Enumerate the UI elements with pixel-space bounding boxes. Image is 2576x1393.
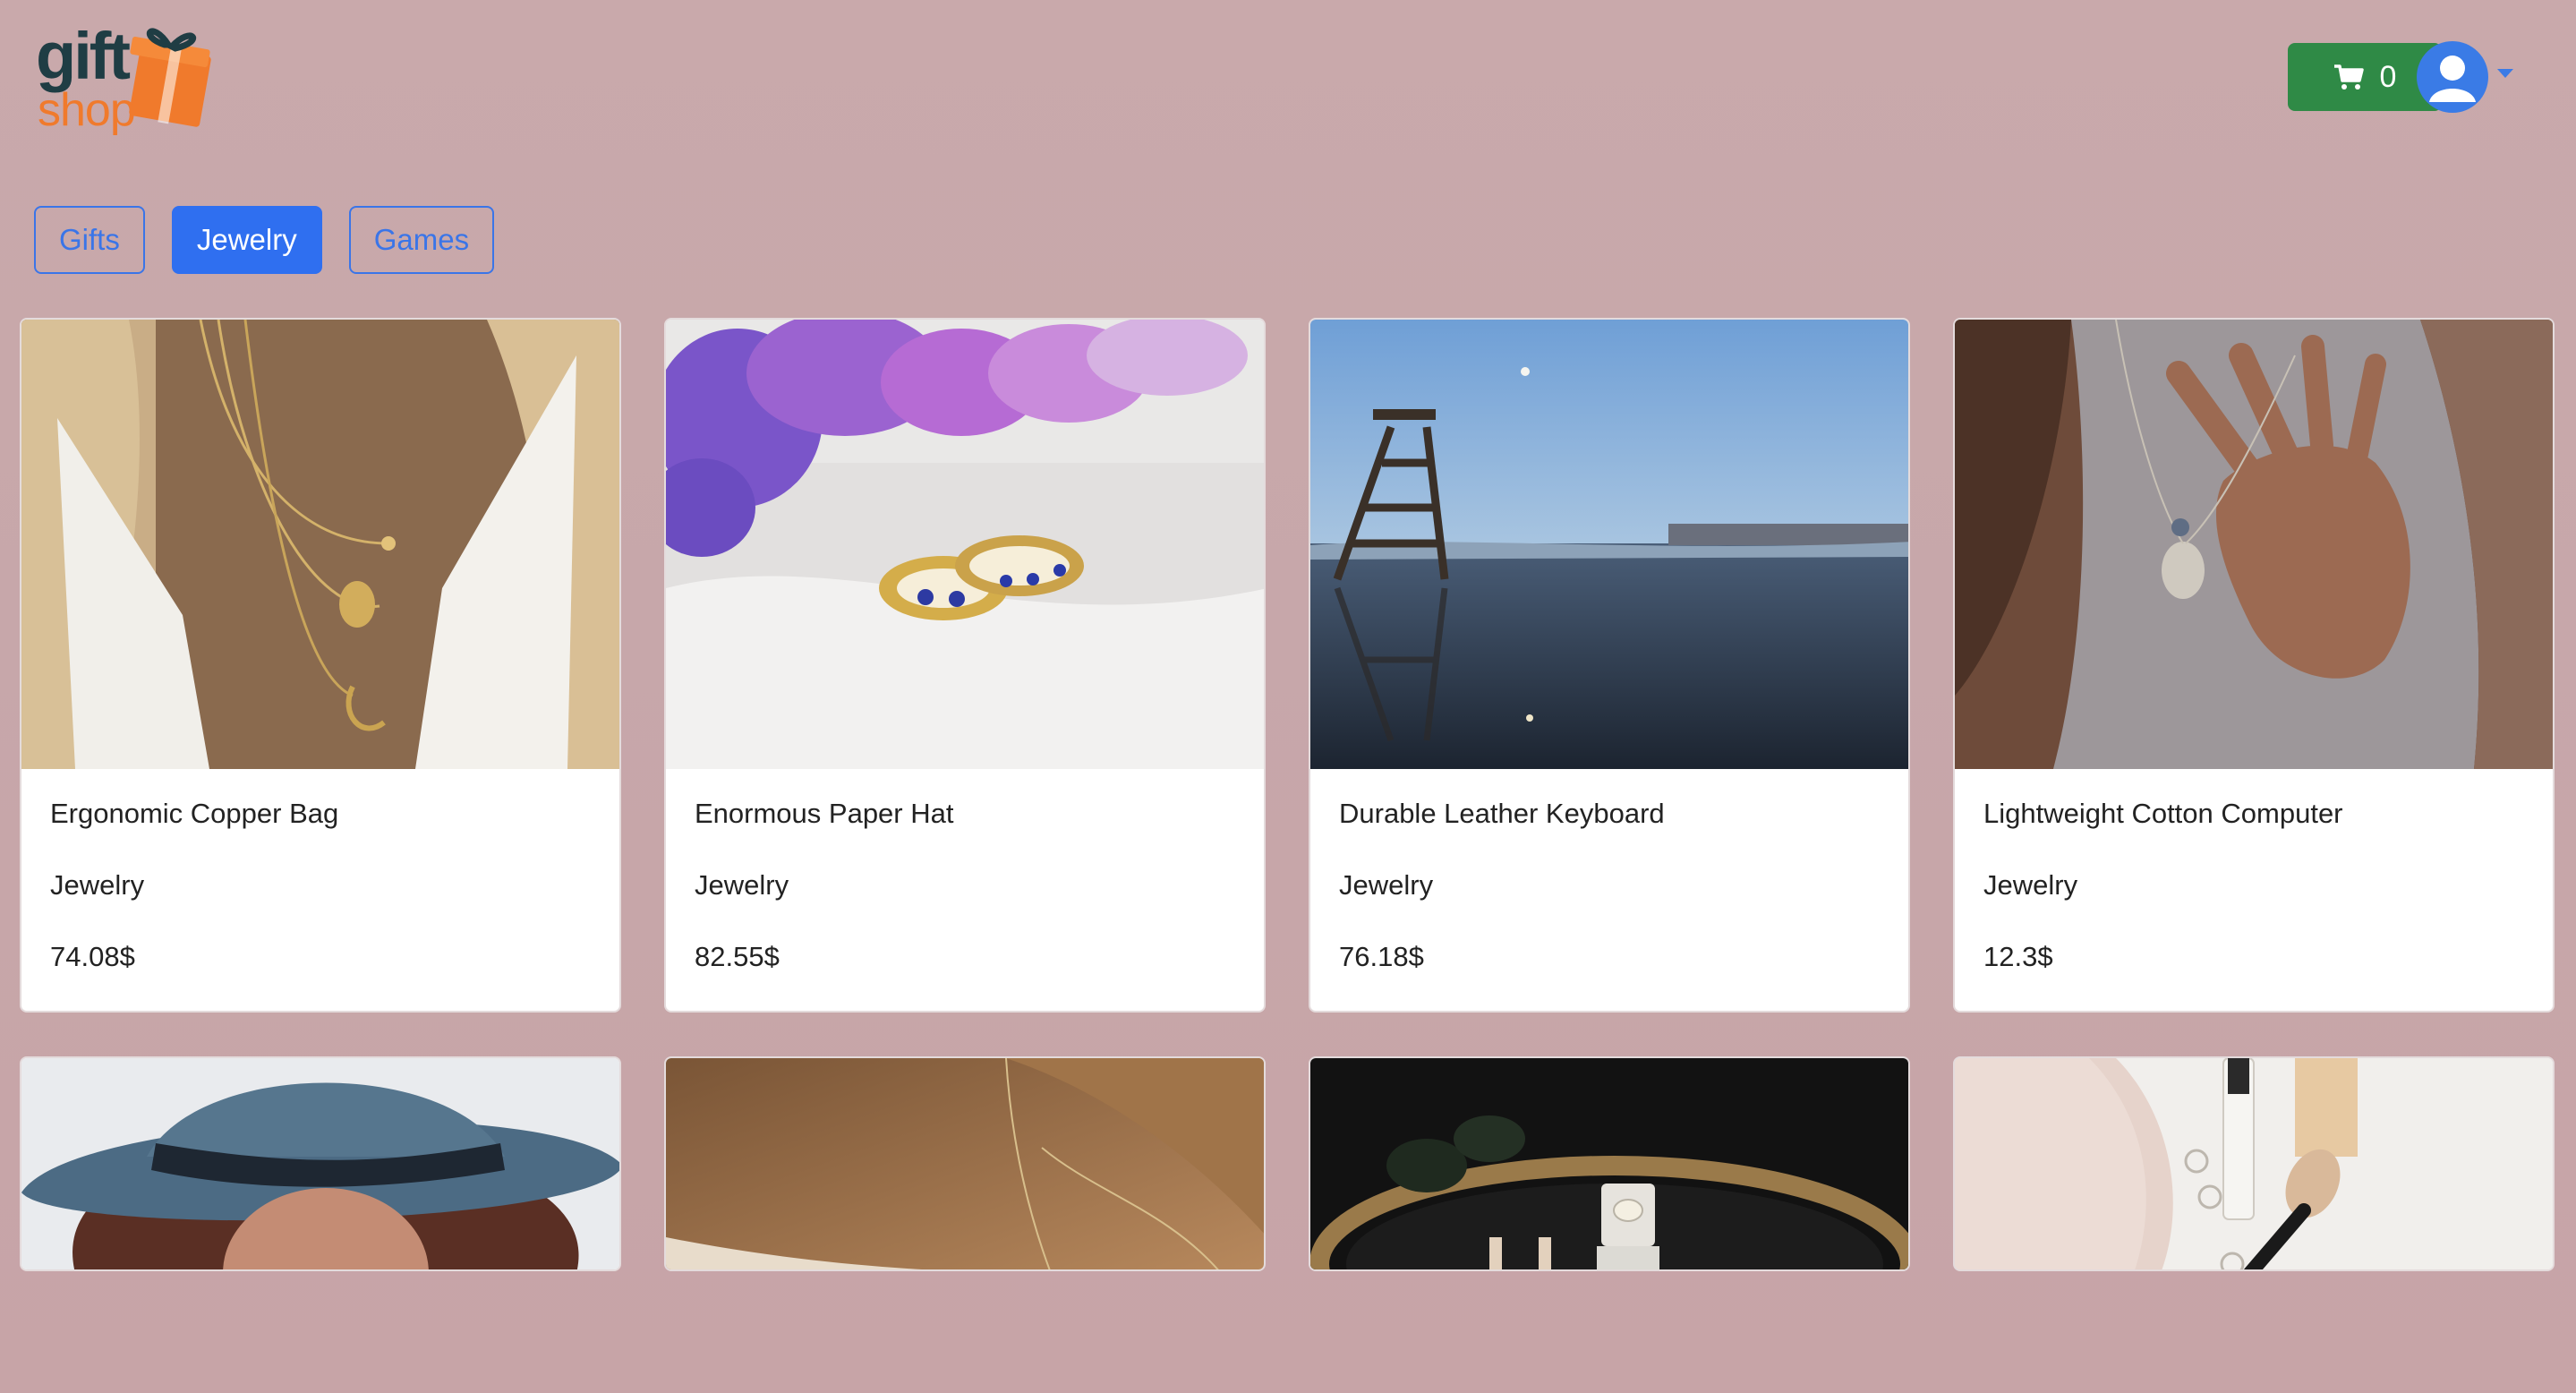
product-image[interactable] — [666, 1058, 1264, 1269]
product-price: 76.18$ — [1339, 941, 1424, 972]
product-image[interactable] — [21, 1058, 619, 1269]
product-card[interactable] — [1953, 1056, 2555, 1271]
product-category: Jewelry — [1983, 869, 2078, 901]
product-card[interactable]: Enormous Paper Hat Jewelry 82.55$ — [664, 318, 1266, 1013]
cart-count: 0 — [2379, 59, 2397, 94]
product-price: 74.08$ — [50, 941, 135, 972]
logo-text-shop: shop — [38, 84, 135, 136]
product-name[interactable]: Durable Leather Keyboard — [1339, 796, 1880, 867]
product-image[interactable] — [1310, 320, 1908, 769]
product-category: Jewelry — [1339, 869, 1434, 901]
product-card[interactable]: Durable Leather Keyboard Jewelry 76.18$ — [1309, 318, 1910, 1013]
product-name[interactable]: Ergonomic Copper Bag — [50, 796, 591, 867]
product-name[interactable]: Enormous Paper Hat — [695, 796, 1235, 867]
product-image[interactable] — [21, 320, 619, 769]
product-image[interactable] — [1310, 1058, 1908, 1269]
product-price: 12.3$ — [1983, 941, 2053, 972]
gift-box-icon — [129, 28, 211, 127]
category-tabs: Gifts Jewelry Games — [34, 206, 495, 274]
caret-down-icon[interactable] — [2497, 69, 2513, 78]
tab-jewelry[interactable]: Jewelry — [171, 206, 322, 274]
product-category: Jewelry — [50, 869, 145, 901]
product-card[interactable]: Lightweight Cotton Computer Jewelry 12.3… — [1953, 318, 2555, 1013]
user-avatar-icon[interactable] — [2417, 41, 2488, 113]
product-card[interactable]: Ergonomic Copper Bag Jewelry 74.08$ — [20, 318, 621, 1013]
gift-shop-logo[interactable]: gift shop — [34, 16, 222, 141]
shopping-cart-icon — [2333, 64, 2364, 90]
product-card[interactable] — [664, 1056, 1266, 1271]
account-menu[interactable] — [2417, 41, 2517, 113]
product-image[interactable] — [1955, 320, 2553, 769]
tab-gifts[interactable]: Gifts — [34, 206, 145, 274]
product-image[interactable] — [1955, 1058, 2553, 1269]
product-image[interactable] — [666, 320, 1264, 769]
tab-games[interactable]: Games — [348, 206, 495, 274]
product-card[interactable] — [20, 1056, 621, 1271]
logo-text-gift: gift — [36, 19, 130, 93]
product-name[interactable]: Lightweight Cotton Computer — [1983, 796, 2524, 867]
product-price: 82.55$ — [695, 941, 780, 972]
product-category: Jewelry — [695, 869, 789, 901]
product-card[interactable] — [1309, 1056, 1910, 1271]
